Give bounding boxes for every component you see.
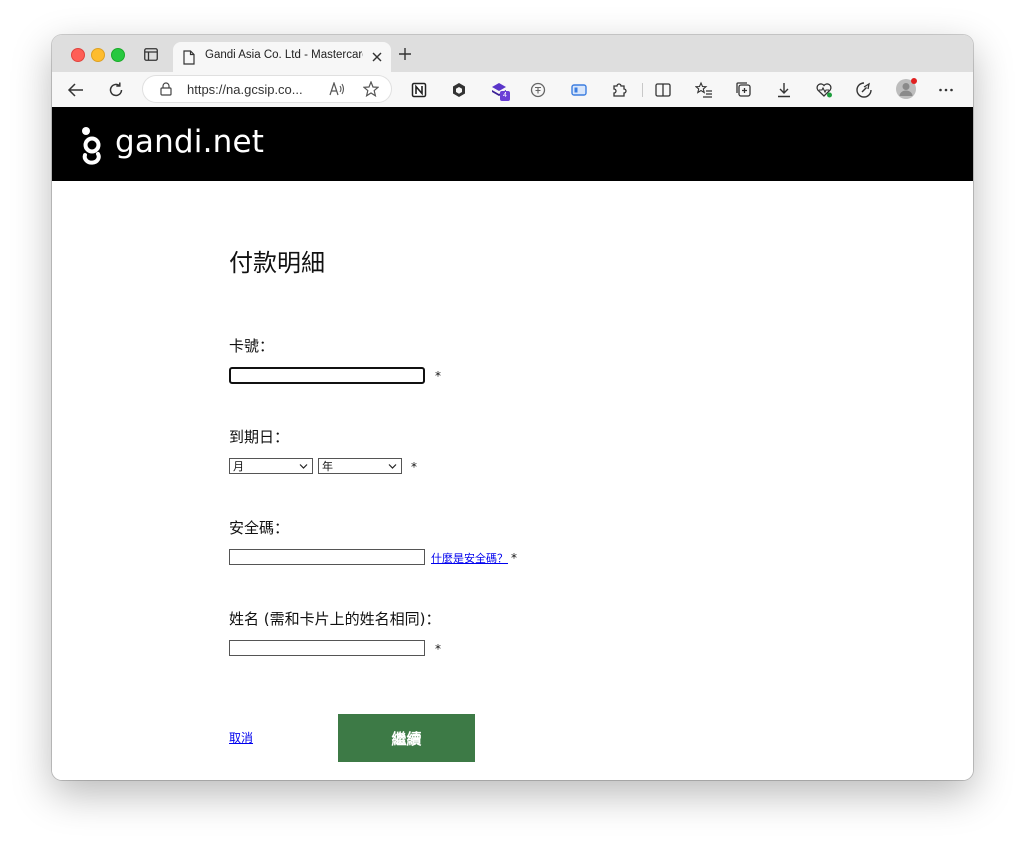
window-maximize-button[interactable] [111,48,125,62]
tab-extension-icon[interactable] [570,81,588,99]
health-heart-icon[interactable] [815,81,833,99]
expiry-year-value: 年 [322,460,333,473]
more-menu-icon[interactable] [937,81,955,99]
site-header: gandi.net [52,107,973,181]
chevron-down-icon [388,464,397,469]
expiry-year-select[interactable]: 年 [318,458,402,474]
tab-active[interactable]: Gandi Asia Co. Ltd - Mastercard [173,42,391,72]
cardholder-name-input[interactable] [229,640,425,656]
window-close-button[interactable] [71,48,85,62]
collections-icon[interactable] [735,81,753,99]
read-aloud-icon[interactable] [329,82,345,96]
address-bar[interactable]: https://na.gcsip.co... [143,76,391,102]
required-mark: * [511,551,517,565]
favorites-list-icon[interactable] [695,81,713,99]
card-number-label: 卡號： [229,337,275,355]
cardholder-name-label: 姓名 (需和卡片上的姓名相同)： [229,610,441,628]
downloads-icon[interactable] [775,81,793,99]
security-code-input[interactable] [229,549,425,565]
page-title: 付款明細 [229,249,325,277]
tab-actions-icon[interactable] [144,48,158,61]
gandi-logo-icon[interactable] [79,126,105,166]
notion-extension-icon[interactable] [410,81,428,99]
required-mark: * [435,369,441,383]
url-text: https://na.gcsip.co... [187,82,303,97]
split-screen-icon[interactable] [654,81,672,99]
tab-title: Gandi Asia Co. Ltd - Mastercard [205,49,363,61]
chevron-down-icon [299,464,308,469]
notification-dot [911,78,917,84]
favorite-star-icon[interactable] [363,81,379,97]
expiry-label: 到期日： [229,428,290,446]
browser-essentials-icon[interactable] [855,81,873,99]
required-mark: * [411,460,417,474]
browser-window: Gandi Asia Co. Ltd - Mastercard https://… [52,35,973,780]
site-logo-text[interactable]: gandi.net [115,124,264,160]
extension-badge: 4 [500,91,510,101]
card-number-input[interactable] [229,367,425,384]
payment-form: 付款明細 卡號： * 到期日： 月 年 * 安全碼： 什麼是安全碼？ * 姓名 … [52,181,973,780]
lock-icon[interactable] [160,82,172,96]
cancel-link[interactable]: 取消 [229,729,253,746]
expiry-month-select[interactable]: 月 [229,458,313,474]
refresh-icon[interactable] [107,81,125,99]
extensions-puzzle-icon[interactable] [610,81,628,99]
shield-extension-icon[interactable] [450,81,468,99]
page-icon [183,50,195,65]
expiry-month-value: 月 [233,460,244,473]
window-minimize-button[interactable] [91,48,105,62]
title-bar: Gandi Asia Co. Ltd - Mastercard [52,35,973,72]
tab-close-icon[interactable] [371,51,383,63]
security-code-help-link[interactable]: 什麼是安全碼？ [431,550,508,566]
continue-button[interactable]: 繼續 [338,714,475,762]
back-icon[interactable] [67,81,85,99]
browser-toolbar: https://na.gcsip.co... 4 [52,72,973,108]
required-mark: * [435,642,441,656]
circle-extension-icon[interactable] [529,81,547,99]
new-tab-icon[interactable] [398,47,412,61]
security-code-label: 安全碼： [229,519,290,537]
toolbar-divider [642,83,643,97]
